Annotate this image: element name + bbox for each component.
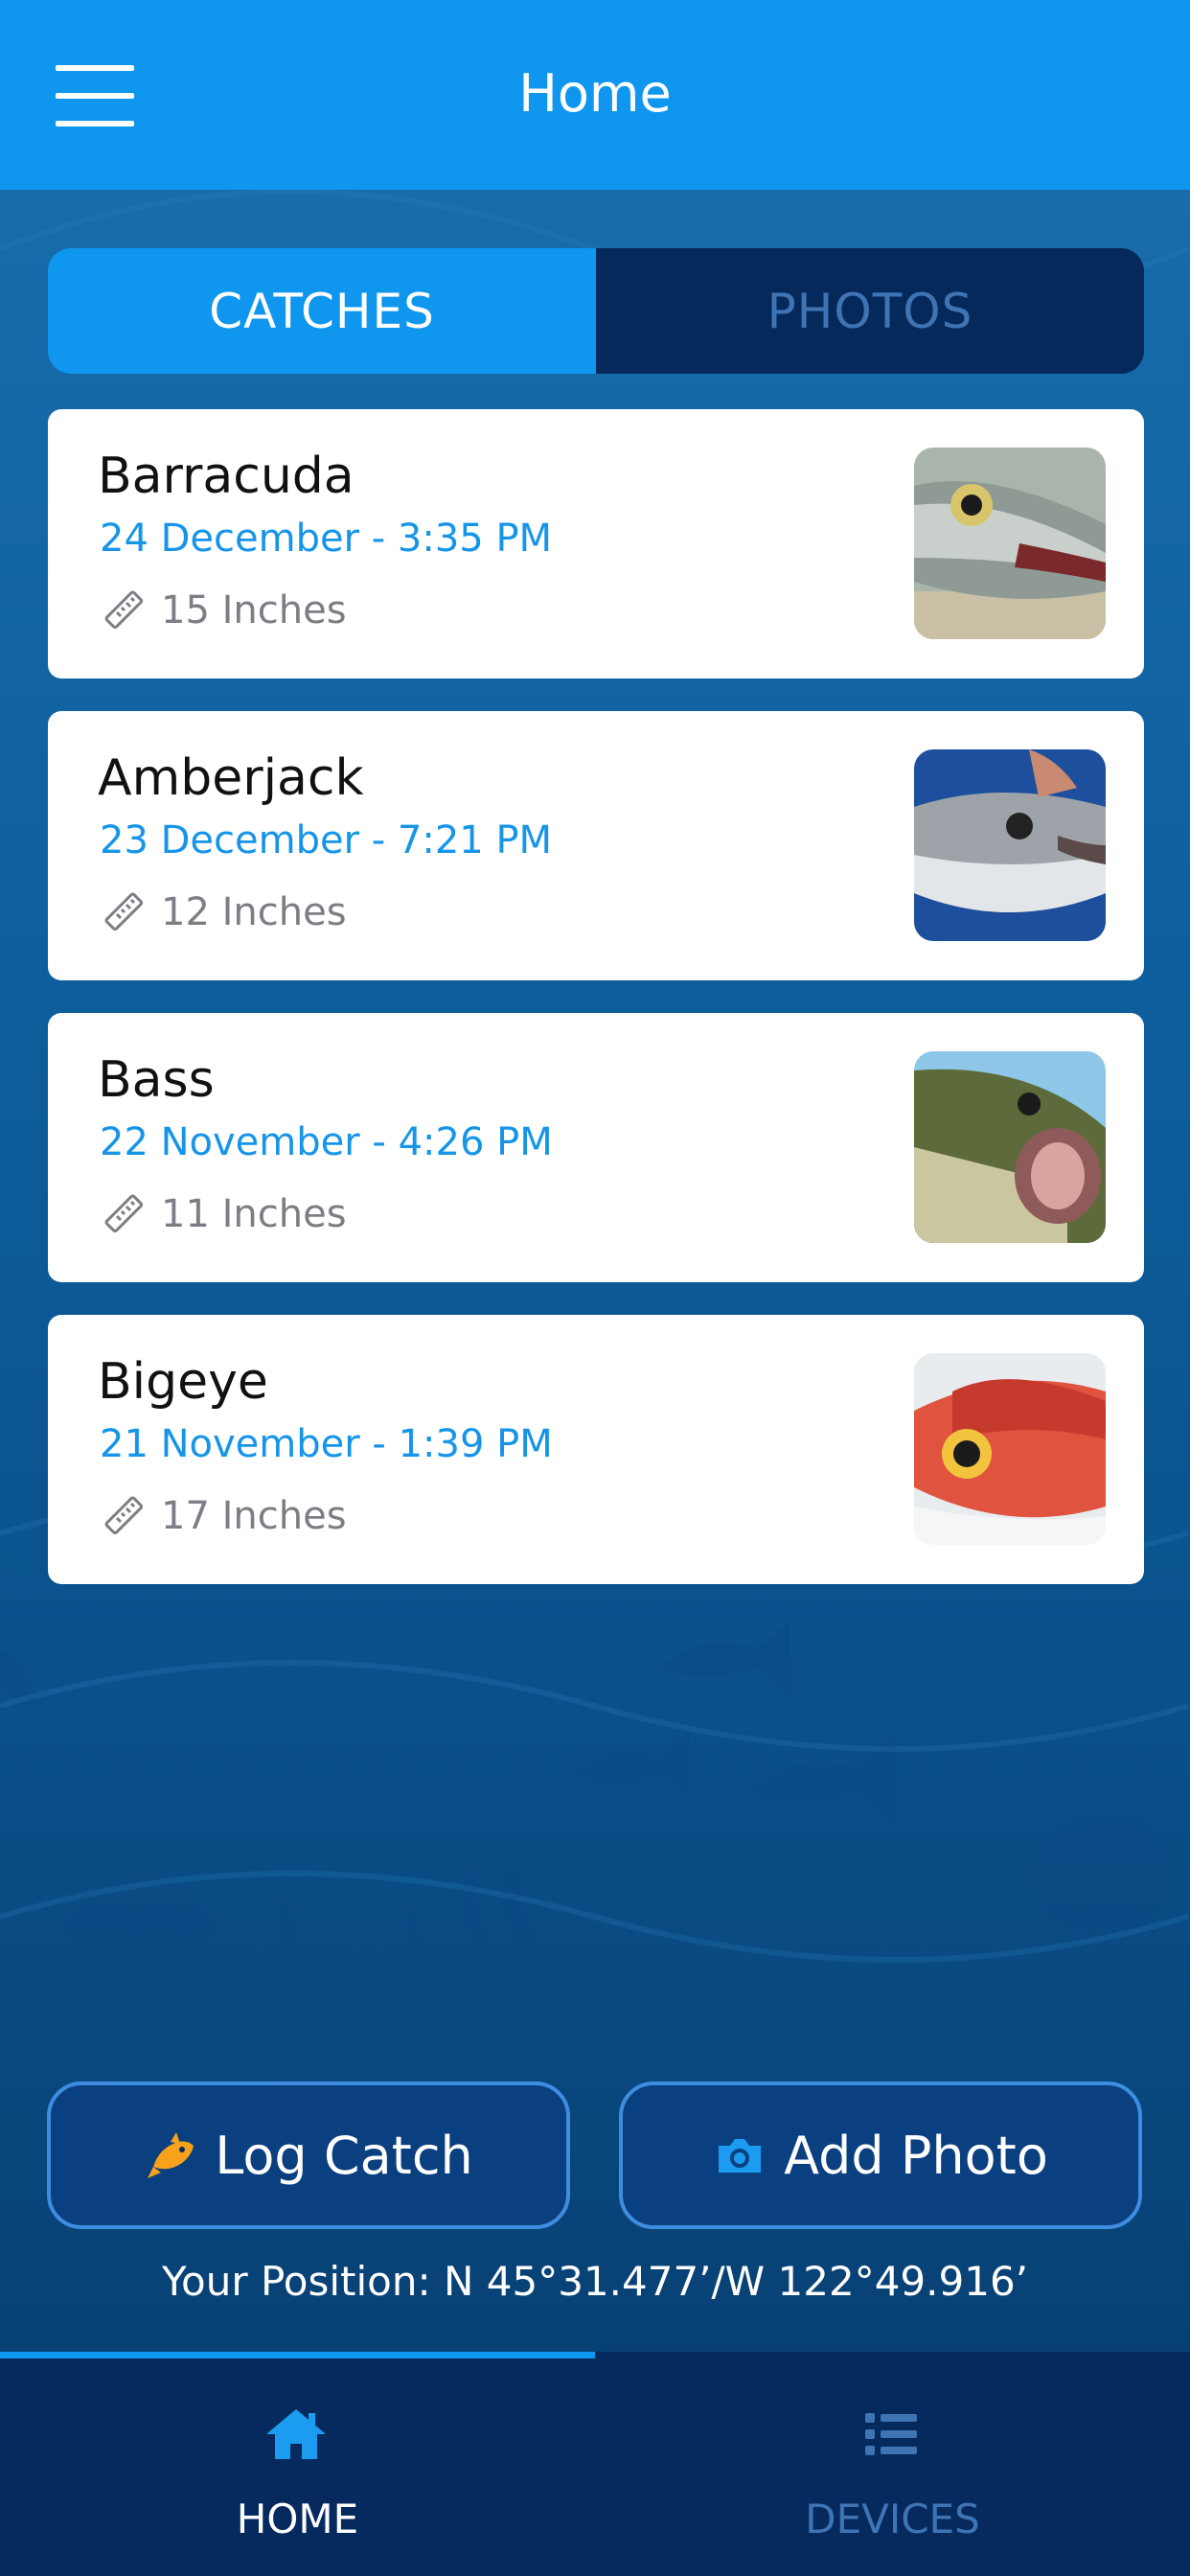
catch-date: 22 November - 4:26 PM: [100, 1120, 553, 1164]
home-icon: [266, 2409, 326, 2459]
fish-icon: [148, 2132, 195, 2178]
catch-length: 15 Inches: [103, 588, 347, 632]
gps-position-readout: Your Position: N 45°31.477’/W 122°49.916…: [161, 2258, 1029, 2305]
tab-catches[interactable]: CATCHES: [48, 248, 596, 374]
ruler-icon: [104, 1496, 144, 1535]
nav-label-devices: DEVICES: [805, 2496, 980, 2542]
active-tab-indicator: [0, 2352, 595, 2358]
log-catch-label: Log Catch: [215, 2125, 473, 2186]
catch-length-value: 15 Inches: [161, 588, 347, 632]
tab-photos[interactable]: PHOTOS: [596, 248, 1144, 374]
page-title: Home: [518, 63, 672, 124]
bigeye-photo[interactable]: [914, 1353, 1106, 1545]
add-photo-button[interactable]: Add Photo: [619, 2082, 1142, 2229]
list-icon: [865, 2413, 917, 2455]
catch-name: Amberjack: [98, 749, 364, 807]
nav-label-home: HOME: [236, 2496, 359, 2542]
amberjack-photo[interactable]: [914, 749, 1106, 941]
ruler-icon: [104, 590, 144, 630]
catch-length-value: 11 Inches: [161, 1192, 347, 1236]
catch-card-barracuda[interactable]: Barracuda 24 December - 3:35 PM 15 Inche…: [48, 409, 1144, 678]
catch-length-value: 12 Inches: [161, 890, 347, 934]
barracuda-photo[interactable]: [914, 448, 1106, 639]
catch-card-bass[interactable]: Bass 22 November - 4:26 PM 11 Inches: [48, 1013, 1144, 1282]
add-photo-label: Add Photo: [784, 2125, 1048, 2186]
bottom-navigation: HOME DEVICES: [0, 2352, 1190, 2576]
nav-item-home[interactable]: HOME: [0, 2352, 595, 2576]
catch-length-value: 17 Inches: [161, 1494, 347, 1538]
catch-length: 17 Inches: [103, 1494, 347, 1538]
bass-photo[interactable]: [914, 1051, 1106, 1243]
ruler-icon: [104, 892, 144, 932]
nav-item-devices[interactable]: DEVICES: [595, 2352, 1190, 2576]
catch-date: 24 December - 3:35 PM: [100, 517, 553, 561]
catch-name: Barracuda: [98, 448, 355, 505]
catch-length: 11 Inches: [103, 1192, 347, 1236]
view-tabs: CATCHES PHOTOS: [48, 248, 1144, 374]
camera-icon: [719, 2139, 762, 2173]
catch-card-amberjack[interactable]: Amberjack 23 December - 7:21 PM 12 Inche…: [48, 711, 1144, 980]
catch-card-bigeye[interactable]: Bigeye 21 November - 1:39 PM 17 Inches: [48, 1315, 1144, 1584]
catch-name: Bigeye: [98, 1353, 268, 1411]
log-catch-button[interactable]: Log Catch: [47, 2082, 570, 2229]
catch-length: 12 Inches: [103, 890, 347, 934]
catch-date: 21 November - 1:39 PM: [100, 1422, 553, 1466]
ruler-icon: [104, 1194, 144, 1233]
catch-name: Bass: [98, 1051, 215, 1109]
app-header: Home: [0, 0, 1190, 190]
catch-date: 23 December - 7:21 PM: [100, 818, 553, 862]
